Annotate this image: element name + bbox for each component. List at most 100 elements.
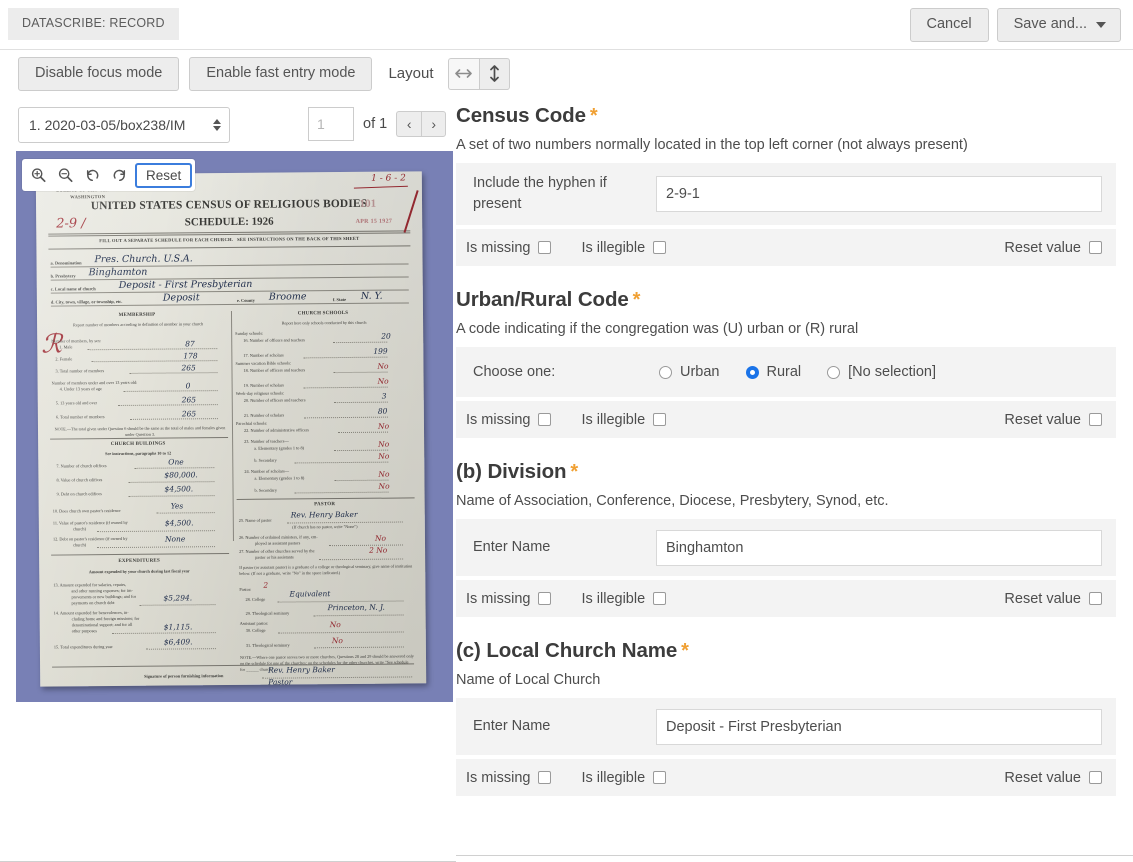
is-illegible-checkbox[interactable] (653, 592, 667, 606)
local-church-name-input[interactable] (656, 708, 1102, 745)
rotate-left-icon[interactable] (79, 161, 106, 189)
is-illegible-label: Is illegible (581, 590, 646, 607)
scanned-census-form: DEPARTMENT OF COMMERCEBUREAU OF THE CENS… (35, 171, 427, 687)
radio-no-selection-icon[interactable] (827, 365, 841, 379)
top-bar-actions: Cancel Save and... (909, 8, 1121, 42)
scan-buildings-sub: See instructions, paragraphs 10 to 12 (105, 450, 172, 457)
vertical-arrows-icon[interactable] (478, 57, 510, 90)
scan-membership-sub: Report number of members according to de… (73, 321, 204, 328)
reset-value-checkbox[interactable] (1089, 592, 1102, 606)
radio-option-urban[interactable]: Urban (659, 364, 720, 380)
is-illegible-checkbox[interactable] (653, 413, 667, 427)
zoom-out-icon[interactable] (52, 161, 79, 189)
reset-value-checkbox[interactable] (1089, 413, 1102, 427)
zoom-in-icon[interactable] (25, 161, 52, 189)
image-navigation-row: 1. 2020-03-05/box238/IM (18, 107, 230, 143)
is-missing-toggle[interactable]: Is missing (466, 411, 552, 428)
document-image-viewer[interactable]: DEPARTMENT OF COMMERCEBUREAU OF THE CENS… (16, 151, 453, 702)
field-census-code: Census Code * A set of two numbers normal… (456, 104, 1116, 267)
layout-label: Layout (388, 65, 434, 83)
field-input-label: Include the hyphen if present (473, 175, 607, 213)
reset-value-toggle[interactable]: Reset value (1004, 412, 1102, 428)
previous-page-button[interactable]: ‹ (396, 111, 422, 137)
field-urban-rural-code: Urban/Rural Code * A code indicating if t… (456, 288, 1116, 439)
field-title-text: (c) Local Church Name (456, 639, 678, 663)
reset-value-toggle[interactable]: Reset value (1004, 770, 1102, 786)
radio-option-no-selection[interactable]: [No selection] (827, 364, 936, 380)
scan-stamp-number: 101 (359, 197, 377, 210)
division-name-input[interactable] (656, 529, 1102, 566)
top-bar: DATASCRIBE: RECORD Cancel Save and... (0, 0, 1133, 50)
app-brand-tab: DATASCRIBE: RECORD (8, 8, 179, 40)
is-illegible-label: Is illegible (581, 769, 646, 786)
cancel-button[interactable]: Cancel (909, 8, 989, 42)
radio-option-label: Rural (766, 364, 802, 381)
scan-stamp-date: APR 15 1927 (355, 218, 393, 225)
layout-toggle-group (447, 57, 510, 90)
horizontal-arrows-icon[interactable] (447, 57, 479, 90)
is-illegible-checkbox[interactable] (653, 771, 667, 785)
scan-expenditures-heading: EXPENDITURES (118, 558, 160, 564)
is-missing-toggle[interactable]: Is missing (466, 239, 552, 256)
is-missing-checkbox[interactable] (538, 413, 552, 427)
is-missing-checkbox[interactable] (538, 771, 552, 785)
reset-value-label: Reset value (1004, 239, 1081, 256)
save-and-button[interactable]: Save and... (996, 8, 1121, 42)
is-missing-toggle[interactable]: Is missing (466, 770, 552, 786)
scan-membership-heading: MEMBERSHIP (118, 312, 156, 318)
is-illegible-checkbox[interactable] (653, 241, 667, 255)
field-division: (b) Division * Name of Association, Confe… (456, 460, 1116, 618)
urban-rural-radio-group: Urban Rural [No selection] (656, 364, 936, 380)
is-missing-checkbox[interactable] (538, 592, 552, 606)
page-total-label: of 1 (363, 116, 388, 132)
field-input-row: Include the hyphen if present (456, 163, 1116, 226)
is-missing-label: Is missing (466, 590, 531, 607)
is-illegible-toggle[interactable]: Is illegible (581, 590, 667, 607)
reset-value-toggle[interactable]: Reset value (1004, 240, 1102, 256)
scan-margin-code: 1 - 6 - 2 (371, 173, 406, 184)
radio-urban-icon[interactable] (659, 365, 672, 379)
is-illegible-label: Is illegible (581, 239, 646, 256)
bottom-divider (456, 855, 1133, 856)
rotate-right-icon[interactable] (106, 161, 133, 189)
field-description: A code indicating if the congregation wa… (456, 321, 859, 338)
is-illegible-toggle[interactable]: Is illegible (581, 239, 667, 256)
reset-view-button[interactable]: Reset (135, 162, 193, 188)
reset-value-label: Reset value (1004, 590, 1081, 607)
image-select[interactable]: 1. 2020-03-05/box238/IM (18, 107, 230, 143)
record-form-panel: Census Code * A set of two numbers normal… (456, 104, 1116, 852)
is-illegible-toggle[interactable]: Is illegible (581, 769, 667, 786)
scan-schools-sub: Report here only schools conducted by th… (281, 319, 367, 326)
required-marker: * (632, 289, 641, 312)
required-marker: * (681, 640, 689, 663)
is-missing-toggle[interactable]: Is missing (466, 590, 552, 607)
scan-pastor-heading: PASTOR (314, 502, 336, 508)
reset-value-label: Reset value (1004, 411, 1081, 428)
page-number-input[interactable] (308, 107, 354, 141)
reset-value-checkbox[interactable] (1089, 241, 1102, 255)
field-input-label: Choose one: (473, 363, 556, 380)
is-missing-checkbox[interactable] (538, 241, 552, 255)
reset-value-toggle[interactable]: Reset value (1004, 591, 1102, 607)
field-flag-row: Is missing Is illegible Reset value (456, 401, 1116, 439)
is-missing-label: Is missing (466, 239, 531, 256)
field-flag-row: Is missing Is illegible Reset value (456, 759, 1116, 797)
is-illegible-toggle[interactable]: Is illegible (581, 412, 667, 428)
field-input-label: Enter Name (473, 539, 551, 556)
field-title-text: Urban/Rural Code (456, 288, 629, 312)
toggle-focus-mode-button[interactable]: Disable focus mode (18, 57, 180, 91)
next-page-button[interactable]: › (421, 111, 447, 137)
field-flag-row: Is missing Is illegible Reset value (456, 229, 1116, 267)
scan-schools-heading: CHURCH SCHOOLS (297, 310, 349, 317)
select-spinner-icon (213, 119, 221, 131)
toggle-fast-entry-mode-button[interactable]: Enable fast entry mode (189, 57, 373, 91)
image-select-value: 1. 2020-03-05/box238/IM (29, 117, 186, 133)
radio-option-rural[interactable]: Rural (745, 364, 802, 381)
radio-rural-icon[interactable] (745, 365, 759, 379)
reset-value-checkbox[interactable] (1089, 771, 1102, 785)
field-input-row: Choose one: Urban Rural [No selection] (456, 347, 1116, 398)
save-and-label: Save and... (1013, 16, 1087, 32)
is-missing-label: Is missing (466, 411, 531, 428)
field-title: Census Code * (456, 104, 1116, 128)
census-code-input[interactable] (656, 176, 1102, 213)
